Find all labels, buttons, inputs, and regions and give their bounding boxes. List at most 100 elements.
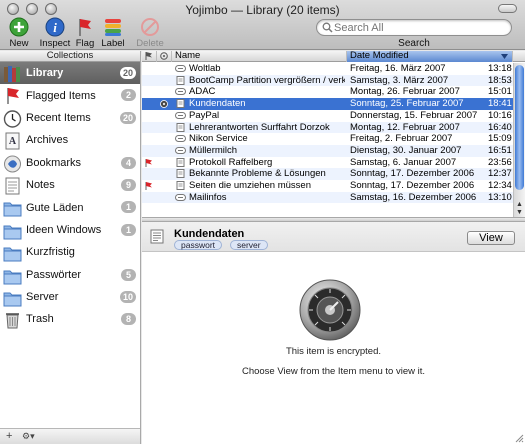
- row-time: 12:37: [488, 168, 512, 180]
- new-plus-icon: [9, 17, 29, 37]
- sidebar-item[interactable]: Trash 8: [0, 308, 140, 330]
- row-time: 13:10: [488, 191, 512, 203]
- sidebar-item[interactable]: Gute Läden 1: [0, 196, 140, 218]
- note-icon: [5, 177, 20, 195]
- resize-grip-icon[interactable]: [513, 432, 524, 443]
- table-row[interactable]: Müllermilch Dienstag, 30. Januar 2007 16:5…: [142, 144, 513, 157]
- row-date: Samstag, 3. März 2007: [350, 74, 449, 86]
- sidebar-item[interactable]: Recent Items 20: [0, 107, 140, 129]
- sidebar: Collections Library 20 Flagged Items 2 Recen…: [0, 51, 141, 444]
- row-time: 15:09: [488, 133, 512, 145]
- sidebar-item-label: Gute Läden: [26, 201, 84, 214]
- delete-icon: [141, 18, 159, 36]
- add-collection-button[interactable]: +: [6, 430, 12, 442]
- row-name: Bekannte Probleme & Lösungen: [189, 168, 326, 180]
- list-scrollbar[interactable]: ▲ ▼: [513, 63, 525, 217]
- note-icon: [176, 122, 185, 132]
- row-date: Montag, 26. Februar 2007: [350, 86, 460, 98]
- label-button[interactable]: Label: [95, 17, 131, 49]
- action-menu-button[interactable]: ⚙▾: [22, 431, 35, 442]
- trash-icon: [6, 313, 19, 329]
- flag-icon: [145, 158, 152, 167]
- sidebar-item[interactable]: Notes 9: [0, 174, 140, 196]
- table-row[interactable]: ADAC Montag, 26. Februar 2007 15:01: [142, 86, 513, 98]
- sidebar-item[interactable]: Flagged Items 2: [0, 84, 140, 106]
- new-button[interactable]: New: [1, 17, 37, 49]
- sidebar-item[interactable]: Ideen Windows 1: [0, 219, 140, 241]
- row-time: 13:18: [488, 63, 512, 74]
- detail-title: Kundendaten: [174, 228, 245, 240]
- sidebar-item-label: Server: [26, 291, 59, 304]
- sidebar-item-label: Flagged Items: [26, 89, 96, 102]
- delete-button[interactable]: Delete: [132, 17, 168, 49]
- table-row[interactable]: Protokoll Raffelberg Samstag, 6. Januar 2…: [142, 157, 513, 169]
- row-date: Samstag, 16. Dezember 2006: [350, 191, 477, 203]
- sidebar-item[interactable]: Library 20: [0, 62, 140, 85]
- tag-chip[interactable]: passwort: [174, 240, 223, 250]
- count-badge: 1: [121, 223, 136, 236]
- sidebar-item-label: Trash: [26, 313, 54, 326]
- search-input[interactable]: [316, 19, 512, 36]
- row-time: 10:16: [488, 109, 512, 121]
- note-icon: [150, 229, 164, 244]
- name-column-header[interactable]: Name: [172, 51, 347, 62]
- date-column-header[interactable]: Date Modified: [347, 51, 513, 62]
- window-title: Yojimbo — Library (20 items): [185, 3, 340, 17]
- sort-descending-icon: [501, 54, 508, 59]
- serial-number-icon: [175, 193, 186, 201]
- sidebar-footer: + ⚙▾: [0, 428, 140, 444]
- row-name: PayPal: [189, 109, 220, 121]
- count-badge: 4: [121, 156, 136, 169]
- serial-number-icon: [175, 88, 186, 96]
- row-name: Seiten die umziehen müssen: [189, 180, 311, 191]
- row-name: Lehrerantworten Surffahrt Dorzok: [189, 121, 330, 133]
- table-row[interactable]: Kundendaten Sonntag, 25. Februar 2007 18:4…: [142, 98, 513, 110]
- count-badge: 1: [121, 201, 136, 214]
- table-row[interactable]: Lehrerantworten Surffahrt Dorzok Montag, …: [142, 121, 513, 134]
- sidebar-item[interactable]: Server 10: [0, 286, 140, 308]
- collections-header: Collections: [0, 51, 140, 62]
- table-row[interactable]: BootCamp Partition vergrößern / verklein…: [142, 74, 513, 87]
- sidebar-item[interactable]: Kurzfristig: [0, 241, 140, 263]
- row-date: Sonntag, 17. Dezember 2006: [350, 168, 475, 180]
- count-badge: 10: [119, 290, 136, 303]
- encrypted-message: This item is encrypted.: [285, 346, 382, 357]
- combination-lock-icon: [299, 279, 361, 341]
- table-row[interactable]: Woltlab Freitag, 16. März 2007 13:18: [142, 63, 513, 75]
- app-window: Yojimbo — Library (20 items) New i Inspe…: [0, 0, 525, 444]
- scrollbar-thumb[interactable]: [515, 65, 524, 190]
- search-icon: [322, 22, 333, 33]
- note-icon: [176, 169, 185, 179]
- row-name: Müllermilch: [189, 144, 238, 156]
- sidebar-item[interactable]: Bookmarks 4: [0, 152, 140, 174]
- row-time: 18:41: [488, 98, 512, 110]
- view-button[interactable]: View: [467, 231, 515, 245]
- scroll-arrows[interactable]: ▲ ▼: [514, 201, 525, 217]
- flag-column-header[interactable]: [142, 51, 157, 62]
- row-name: ADAC: [189, 86, 216, 98]
- svg-text:i: i: [53, 20, 57, 35]
- date-column-label: Date Modified: [350, 50, 409, 61]
- bookmark-icon: [4, 155, 21, 173]
- count-badge: 2: [121, 89, 136, 102]
- table-row[interactable]: Mailinfos Samstag, 16. Dezember 2006 13:10: [142, 191, 513, 204]
- row-time: 15:01: [488, 86, 512, 98]
- library-books-icon: [4, 66, 20, 82]
- table-row[interactable]: PayPal Donnerstag, 15. Februar 2007 10:16: [142, 110, 513, 122]
- svg-text:A: A: [9, 136, 17, 147]
- table-row[interactable]: Bekannte Probleme & Lösungen Sonntag, 17.…: [142, 168, 513, 180]
- row-time: 16:40: [488, 121, 512, 133]
- folder-icon: [3, 292, 22, 307]
- table-row[interactable]: Nikon Service Freitag, 2. Februar 2007 15:…: [142, 133, 513, 145]
- encrypted-column-header[interactable]: [157, 51, 172, 62]
- table-row[interactable]: Seiten die umziehen müssen Sonntag, 17. D…: [142, 180, 513, 192]
- sidebar-item[interactable]: Passwörter 5: [0, 264, 140, 286]
- row-name: Woltlab: [189, 63, 221, 74]
- row-date: Freitag, 16. März 2007: [350, 63, 446, 74]
- serial-number-icon: [175, 146, 186, 154]
- sidebar-item-label: Library: [26, 67, 64, 80]
- sidebar-item[interactable]: A Archives: [0, 129, 140, 151]
- toolbar-toggle-button[interactable]: [498, 4, 517, 13]
- folder-icon: [3, 270, 22, 285]
- tag-chip[interactable]: server: [230, 240, 268, 250]
